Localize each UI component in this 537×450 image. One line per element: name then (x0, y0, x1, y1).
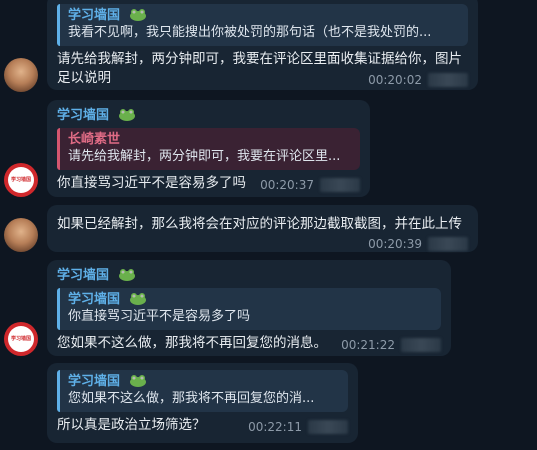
message-bubble[interactable]: 学习墙国 您如果不这么做，那我将不再回复您的消... 所以真是政治立场筛选？ 0… (47, 363, 358, 443)
sender-name: 学习墙国 (57, 268, 110, 283)
reply-sender-name: 学习墙国 (68, 8, 121, 23)
frog-emoji-icon (129, 293, 146, 305)
message-meta: 00:21:22 (341, 337, 441, 353)
message-text: 如果已经解封，那么我将会在对应的评论那边截取截图，并在此上传 00:20:39 (57, 215, 468, 251)
reply-sender-name: 学习墙国 (68, 374, 121, 389)
message-time: 00:20:02 (368, 73, 422, 87)
reply-sender: 学习墙国 (68, 373, 340, 390)
message-time: 00:21:22 (341, 338, 395, 352)
message-time: 00:20:39 (368, 237, 422, 251)
reply-text: 你直接骂习近平不是容易多了吗 (68, 309, 251, 324)
message-meta: 00:20:37 (260, 177, 360, 193)
message-text: 请先给我解封，两分钟即可，我要在评论区里面收集证据给你，图片 足以说明 00:2… (57, 50, 468, 88)
reply-text: 我看不见啊，我只能搜出你被处罚的那句话（也不是我处罚的... (68, 25, 432, 40)
bot-avatar-badge: 学习墙国 (8, 167, 34, 193)
reply-sender-name: 长崎素世 (68, 132, 121, 147)
user-avatar[interactable] (4, 58, 38, 92)
bot-avatar[interactable]: 学习墙国 (4, 163, 38, 197)
message-bubble[interactable]: 学习墙国 我看不见啊，我只能搜出你被处罚的那句话（也不是我处罚的... 请先给我… (47, 0, 478, 90)
redacted-block (320, 178, 360, 192)
message-meta: 00:20:02 (368, 72, 468, 88)
bot-avatar[interactable]: 学习墙国 (4, 322, 38, 356)
reply-sender: 学习墙国 (68, 291, 433, 308)
frog-emoji-icon (129, 9, 146, 21)
reply-preview[interactable]: 学习墙国 你直接骂习近平不是容易多了吗 (57, 288, 441, 330)
message-line: 您如果不这么做，那我将不再回复您的消息。 (57, 335, 327, 351)
frog-emoji-icon (118, 109, 135, 121)
frog-emoji-icon (118, 269, 135, 281)
message-line: 请先给我解封，两分钟即可，我要在评论区里面收集证据给你，图片 (57, 51, 462, 67)
user-avatar[interactable] (4, 218, 38, 252)
message-meta: 00:22:11 (248, 419, 348, 435)
message-line: 足以说明 (57, 70, 111, 86)
message-line-wrap: 足以说明 00:20:02 (57, 69, 468, 88)
reply-sender: 学习墙国 (68, 7, 460, 24)
bot-avatar-text: 学习墙国 (10, 335, 31, 342)
frog-emoji-icon (129, 375, 146, 387)
message-line: 如果已经解封，那么我将会在对应的评论那边截取截图，并在此上传 (57, 216, 462, 232)
redacted-block (428, 73, 468, 87)
reply-sender-name: 学习墙国 (68, 292, 121, 307)
bot-avatar-text: 学习墙国 (10, 176, 31, 183)
message-line: 你直接骂习近平不是容易多了吗 (57, 175, 246, 191)
message-text: 所以真是政治立场筛选？ 00:22:11 (57, 416, 348, 435)
reply-text: 请先给我解封，两分钟即可，我要在评论区里... (68, 149, 341, 164)
redacted-block (428, 237, 468, 251)
message-bubble[interactable]: 学习墙国 学习墙国 你直接骂习近平不是容易多了吗 您如果不这么做，那我将不再回复… (47, 260, 451, 356)
message-text: 您如果不这么做，那我将不再回复您的消息。 00:21:22 (57, 334, 441, 353)
message-meta: 00:20:39 (368, 236, 468, 252)
reply-preview[interactable]: 学习墙国 您如果不这么做，那我将不再回复您的消... (57, 370, 348, 412)
message-time: 00:20:37 (260, 178, 314, 192)
message-time: 00:22:11 (248, 420, 302, 434)
reply-preview[interactable]: 长崎素世 请先给我解封，两分钟即可，我要在评论区里... (57, 128, 360, 170)
message-bubble[interactable]: 如果已经解封，那么我将会在对应的评论那边截取截图，并在此上传 00:20:39 (47, 205, 478, 252)
message-sender[interactable]: 学习墙国 (57, 267, 441, 285)
redacted-block (401, 338, 441, 352)
redacted-block (308, 420, 348, 434)
message-sender[interactable]: 学习墙国 (57, 107, 360, 125)
message-line: 所以真是政治立场筛选？ (57, 417, 206, 433)
reply-preview[interactable]: 学习墙国 我看不见啊，我只能搜出你被处罚的那句话（也不是我处罚的... (57, 4, 468, 46)
message-text: 你直接骂习近平不是容易多了吗 00:20:37 (57, 174, 360, 193)
reply-text: 您如果不这么做，那我将不再回复您的消... (68, 391, 315, 406)
sender-name: 学习墙国 (57, 108, 110, 123)
message-bubble[interactable]: 学习墙国 长崎素世 请先给我解封，两分钟即可，我要在评论区里... 你直接骂习近… (47, 100, 370, 197)
bot-avatar-badge: 学习墙国 (8, 326, 34, 352)
